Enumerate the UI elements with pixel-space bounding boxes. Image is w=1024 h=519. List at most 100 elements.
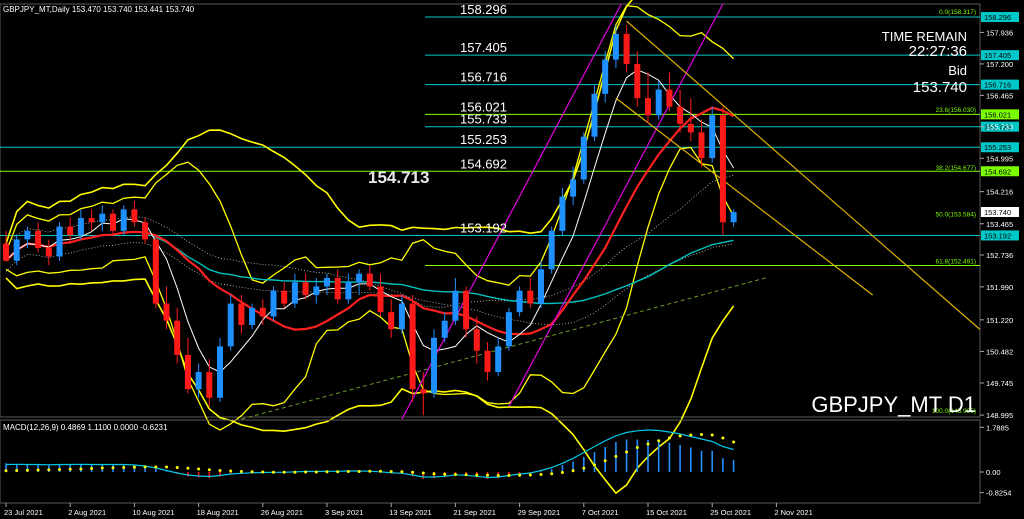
level-axis-tag-text: 154.692 bbox=[984, 167, 1011, 176]
candle-body bbox=[99, 213, 106, 223]
macd-signal-dot bbox=[475, 473, 479, 477]
chart-header-info: GBPJPY_MT,Daily 153.470 153.740 153.441 … bbox=[3, 5, 195, 14]
candle-body bbox=[420, 389, 427, 394]
candle-body bbox=[645, 98, 651, 116]
candle-body bbox=[131, 209, 138, 223]
candle-body bbox=[217, 346, 223, 398]
macd-signal-dot bbox=[571, 469, 575, 473]
date-axis-label: 21 Sep 2021 bbox=[453, 508, 496, 517]
macd-signal-dot bbox=[732, 440, 736, 444]
price-axis-label: 150.482 bbox=[986, 347, 1013, 356]
candle-body bbox=[527, 290, 534, 304]
candle-body bbox=[174, 320, 181, 355]
price-chart[interactable]: 158.296 157.405 156.716 156.021 155.733 155.2… bbox=[0, 0, 1024, 519]
candle-body bbox=[559, 196, 566, 231]
candle-body bbox=[88, 217, 95, 223]
macd-signal-dot bbox=[175, 466, 179, 469]
macd-signal-dot bbox=[593, 463, 596, 467]
date-axis-label: 2 Aug 2021 bbox=[68, 508, 106, 517]
fibo-label: 0.0(158.317) bbox=[939, 9, 976, 16]
candle-body bbox=[195, 372, 202, 390]
date-axis-label: 29 Sep 2021 bbox=[518, 508, 561, 517]
macd-signal-dot bbox=[721, 436, 725, 440]
fibo-label: 38.2(154.677) bbox=[936, 165, 976, 172]
candle-body bbox=[505, 312, 512, 347]
level-label: 155.733 bbox=[460, 112, 507, 127]
current-price-tag-text: 153.740 bbox=[984, 208, 1011, 217]
candle-body bbox=[687, 123, 694, 133]
candle-body bbox=[666, 89, 673, 107]
candle-body bbox=[152, 239, 159, 304]
candle-body bbox=[602, 59, 609, 94]
candle-body bbox=[570, 179, 577, 197]
candle-body bbox=[677, 106, 684, 124]
candle-body bbox=[24, 230, 31, 240]
symbol-watermark: GBPJPY_MT D1 bbox=[811, 392, 976, 417]
macd-signal-dot bbox=[635, 446, 639, 449]
candle-body bbox=[227, 303, 234, 347]
price-axis-label: 154.995 bbox=[986, 154, 1013, 163]
macd-signal-dot bbox=[154, 465, 158, 469]
macd-signal-dot bbox=[400, 470, 404, 474]
date-axis-label: 2 Nov 2021 bbox=[774, 508, 812, 517]
macd-signal-dot bbox=[15, 469, 19, 472]
price-axis-label: 148.995 bbox=[986, 411, 1013, 420]
macd-signal-dot bbox=[421, 471, 425, 475]
candle-body bbox=[281, 290, 288, 304]
macd-signal-dot bbox=[218, 469, 222, 472]
macd-signal-dot bbox=[646, 442, 650, 446]
level-axis-tag-text: 157.405 bbox=[984, 51, 1011, 60]
macd-header: MACD(12,26,9) 0.4869 1.1100 0.0000 -0.62… bbox=[3, 423, 168, 432]
macd-signal-dot bbox=[325, 470, 329, 474]
price-axis-label: 155.733 bbox=[986, 123, 1013, 132]
macd-signal-dot bbox=[689, 433, 693, 437]
macd-signal-dot bbox=[239, 470, 243, 473]
time-remain-label: TIME REMAIN bbox=[882, 29, 967, 44]
candle-body bbox=[184, 354, 191, 390]
macd-signal-dot bbox=[79, 467, 83, 471]
macd-signal-dot bbox=[143, 465, 147, 469]
macd-signal-dot bbox=[443, 472, 447, 476]
macd-signal-dot bbox=[667, 436, 671, 440]
candle-body bbox=[591, 93, 598, 137]
candle-body bbox=[388, 312, 395, 330]
macd-axis-label: 0.00 bbox=[986, 468, 1001, 477]
macd-signal-dot bbox=[207, 468, 211, 472]
candle-body bbox=[473, 329, 480, 351]
price-axis-label: 153.465 bbox=[986, 220, 1013, 229]
macd-axis-label: 1.7885 bbox=[986, 423, 1009, 432]
macd-signal-dot bbox=[100, 466, 104, 470]
candle-body bbox=[77, 217, 84, 236]
macd-signal-dot bbox=[36, 468, 40, 472]
macd-signal-dot bbox=[518, 473, 522, 477]
candle-body bbox=[709, 115, 716, 159]
macd-signal-dot bbox=[539, 473, 543, 476]
macd-signal-dot bbox=[368, 469, 372, 473]
macd-signal-dot bbox=[700, 433, 703, 436]
candle-body bbox=[409, 303, 416, 390]
candle-body bbox=[398, 303, 405, 330]
macd-signal-dot bbox=[486, 473, 489, 477]
bid-label: Bid bbox=[948, 63, 967, 78]
candle-body bbox=[431, 337, 437, 394]
candle-body bbox=[484, 350, 491, 373]
price-axis-label: 156.465 bbox=[986, 91, 1013, 100]
candle-body bbox=[163, 303, 170, 321]
level-label: 157.405 bbox=[460, 40, 507, 55]
candle-body bbox=[3, 243, 9, 261]
date-axis-label: 26 Aug 2021 bbox=[261, 508, 303, 517]
candle-body bbox=[313, 286, 320, 296]
macd-signal-dot bbox=[229, 469, 233, 473]
candle-body bbox=[270, 290, 277, 317]
candle-body bbox=[366, 273, 373, 287]
candle-body bbox=[259, 307, 266, 317]
macd-signal-dot bbox=[657, 439, 661, 443]
macd-signal-dot bbox=[314, 470, 318, 474]
candle-body bbox=[452, 290, 459, 321]
fibo-label: 50.0(153.584) bbox=[936, 212, 976, 219]
macd-signal-dot bbox=[464, 473, 468, 477]
candle-body bbox=[538, 269, 544, 304]
macd-signal-dot bbox=[582, 466, 586, 470]
macd-signal-dot bbox=[411, 470, 415, 474]
candle-body bbox=[377, 286, 384, 313]
